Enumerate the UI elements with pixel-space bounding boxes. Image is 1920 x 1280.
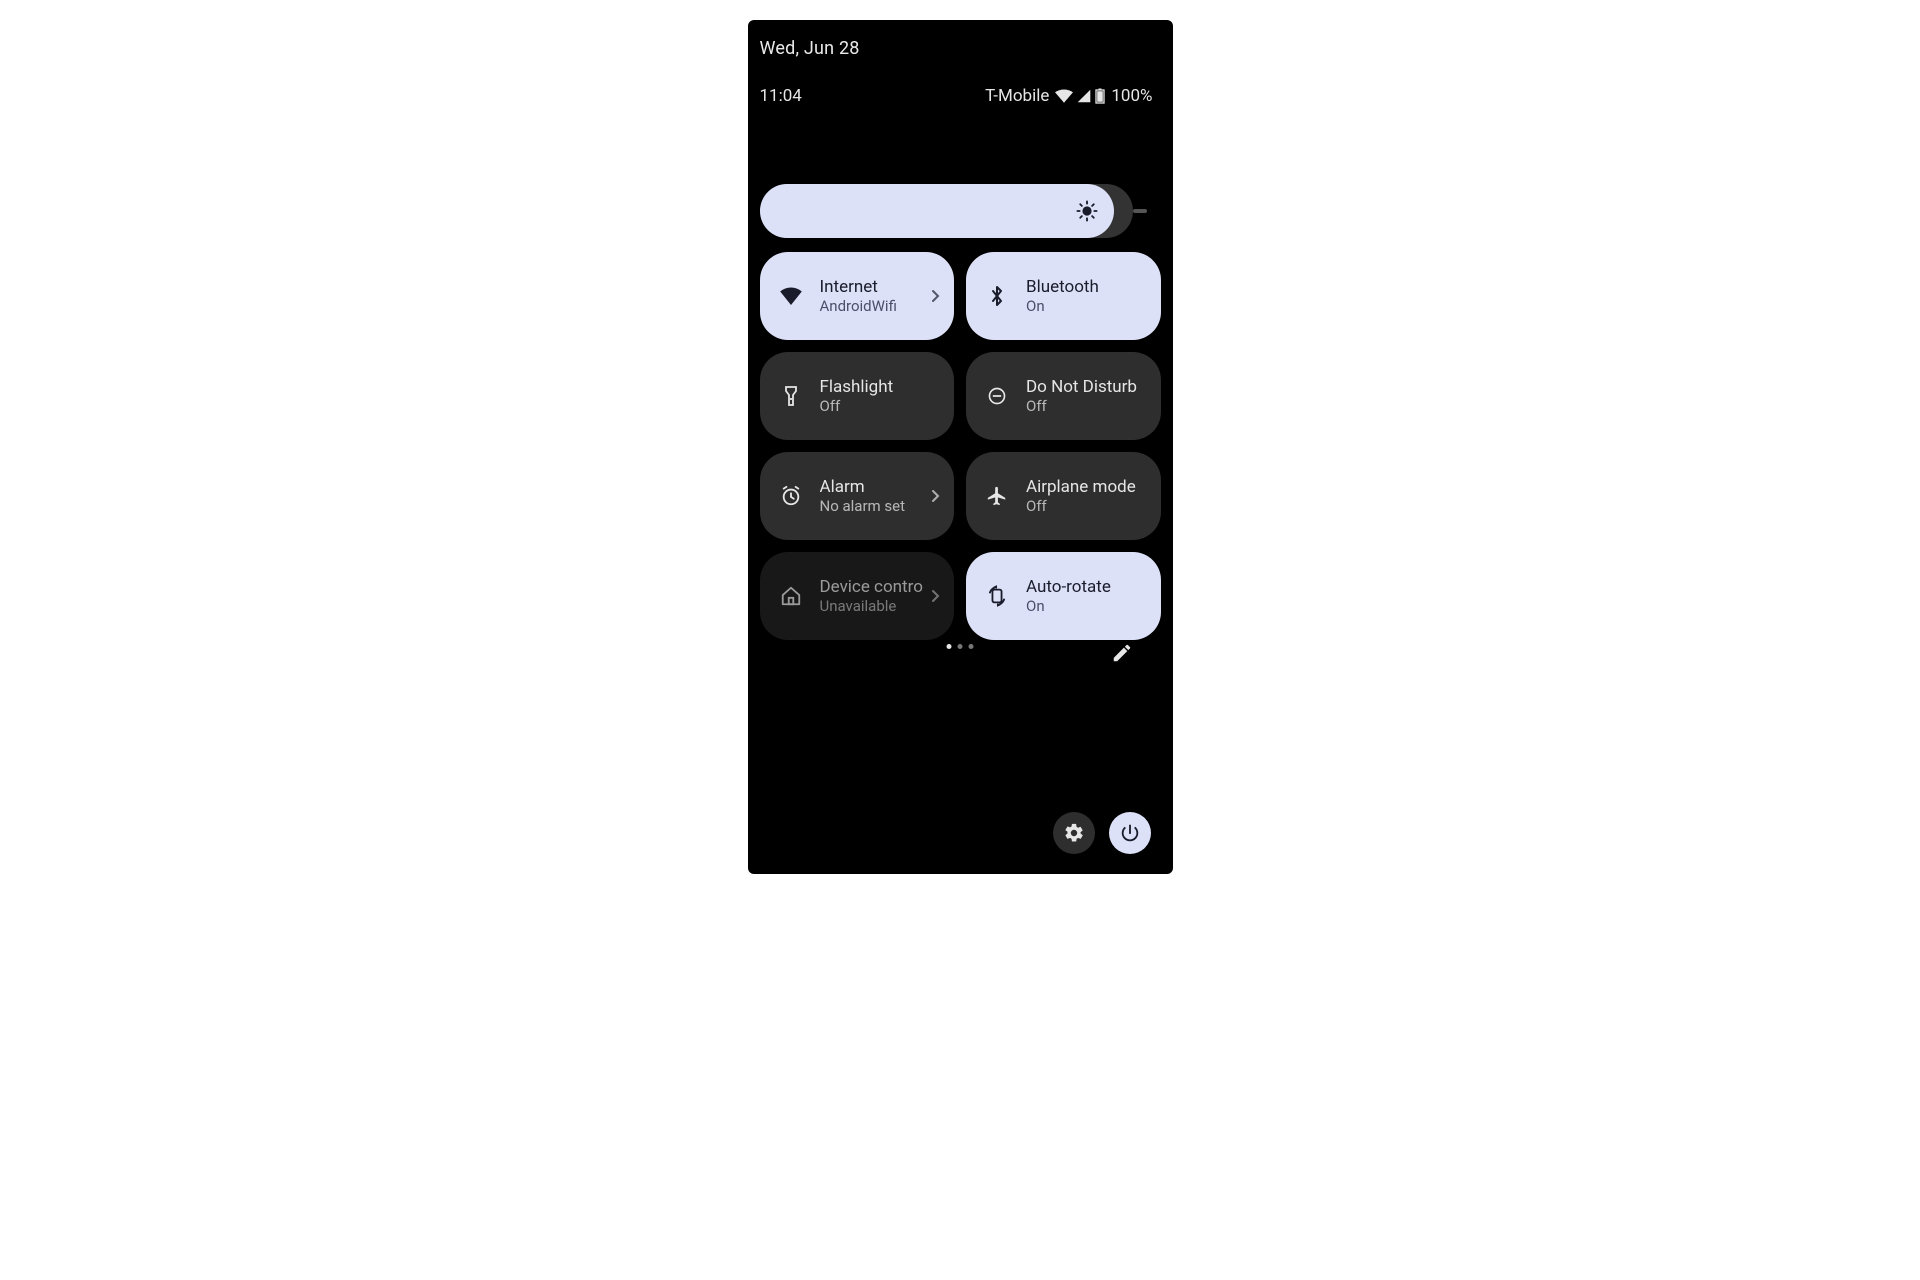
tile-title: Alarm	[820, 477, 937, 497]
brightness-icon	[1074, 198, 1100, 224]
pager-row	[748, 644, 1173, 668]
tile-text: Do Not DisturbOff	[1026, 377, 1143, 415]
tile-subtitle: No alarm set	[820, 497, 937, 515]
tile-subtitle: On	[1026, 597, 1143, 615]
page-dot[interactable]	[969, 644, 974, 649]
page-indicator	[947, 644, 974, 649]
tile-subtitle: Off	[1026, 397, 1143, 415]
qs-tile-airplane-mode[interactable]: Airplane modeOff	[966, 452, 1161, 540]
brightness-fill	[760, 184, 1114, 238]
tile-text: Airplane modeOff	[1026, 477, 1143, 515]
quick-settings-tiles: InternetAndroidWifiBluetoothOnFlashlight…	[760, 252, 1161, 640]
tile-text: FlashlightOff	[820, 377, 937, 415]
tile-title: Device contro	[820, 577, 937, 597]
alarm-icon	[778, 485, 804, 507]
tile-title: Bluetooth	[1026, 277, 1143, 297]
tile-title: Internet	[820, 277, 937, 297]
brightness-track	[760, 184, 1133, 238]
bottom-buttons	[1053, 812, 1151, 854]
brightness-slider[interactable]	[760, 184, 1133, 238]
qs-tile-auto-rotate[interactable]: Auto-rotateOn	[966, 552, 1161, 640]
chevron-right-icon	[930, 488, 940, 504]
tile-text: InternetAndroidWifi	[820, 277, 937, 315]
power-button[interactable]	[1109, 812, 1151, 854]
flashlight-icon	[778, 385, 804, 407]
tile-subtitle: Off	[820, 397, 937, 415]
status-icons	[1055, 88, 1105, 104]
tile-title: Airplane mode	[1026, 477, 1143, 497]
tile-text: Auto-rotateOn	[1026, 577, 1143, 615]
cellular-status-icon	[1077, 89, 1091, 103]
tile-text: AlarmNo alarm set	[820, 477, 937, 515]
tile-subtitle: On	[1026, 297, 1143, 315]
chevron-right-icon	[930, 588, 940, 604]
date-label: Wed, Jun 28	[760, 38, 860, 59]
wifi-status-icon	[1055, 89, 1073, 103]
tile-subtitle: AndroidWifi	[820, 297, 937, 315]
status-bar: 11:04 T-Mobile 100%	[760, 86, 1153, 106]
qs-tile-flashlight[interactable]: FlashlightOff	[760, 352, 955, 440]
tile-title: Auto-rotate	[1026, 577, 1143, 597]
phone-frame: Wed, Jun 28 11:04 T-Mobile 100%	[748, 20, 1173, 874]
qs-tile-internet[interactable]: InternetAndroidWifi	[760, 252, 955, 340]
page-dot[interactable]	[947, 644, 952, 649]
settings-button[interactable]	[1053, 812, 1095, 854]
time-label: 11:04	[760, 86, 802, 106]
tile-subtitle: Unavailable	[820, 597, 937, 615]
qs-tile-do-not-disturb[interactable]: Do Not DisturbOff	[966, 352, 1161, 440]
tile-title: Flashlight	[820, 377, 937, 397]
battery-percent-label: 100%	[1111, 86, 1152, 106]
tile-text: Device controUnavailable	[820, 577, 937, 615]
tile-subtitle: Off	[1026, 497, 1143, 515]
qs-tile-bluetooth[interactable]: BluetoothOn	[966, 252, 1161, 340]
qs-tile-device-contro[interactable]: Device controUnavailable	[760, 552, 955, 640]
bluetooth-icon	[984, 285, 1010, 307]
home-icon	[778, 585, 804, 607]
tile-title: Do Not Disturb	[1026, 377, 1143, 397]
wifi-icon	[778, 287, 804, 305]
carrier-label: T-Mobile	[985, 86, 1049, 106]
brightness-track-remainder	[1133, 209, 1147, 213]
autorotate-icon	[984, 585, 1010, 607]
chevron-right-icon	[930, 288, 940, 304]
airplane-icon	[984, 485, 1010, 507]
edit-button[interactable]	[1111, 642, 1133, 664]
page-dot[interactable]	[958, 644, 963, 649]
battery-status-icon	[1095, 88, 1105, 104]
qs-tile-alarm[interactable]: AlarmNo alarm set	[760, 452, 955, 540]
dnd-icon	[984, 386, 1010, 406]
tile-text: BluetoothOn	[1026, 277, 1143, 315]
